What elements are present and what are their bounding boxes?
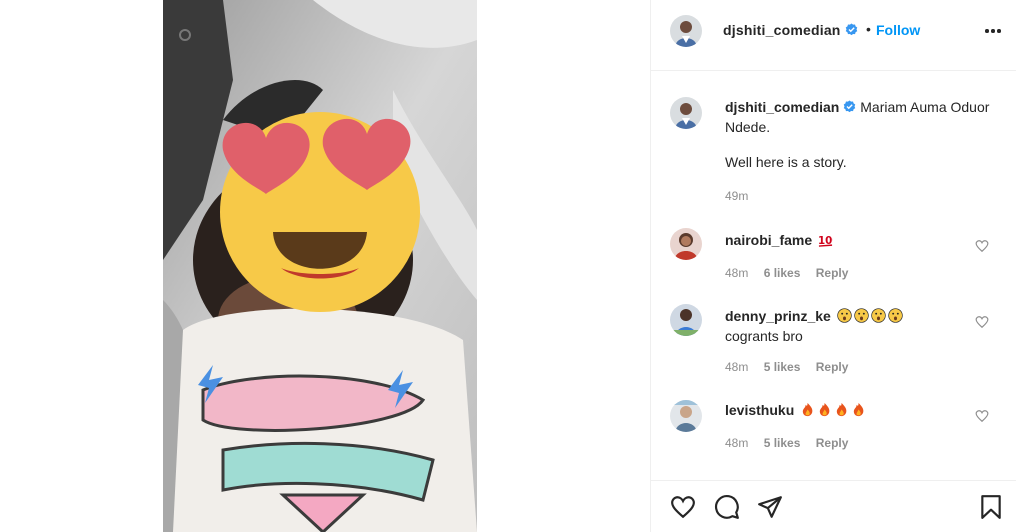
reply-button[interactable]: Reply: [816, 266, 849, 280]
author-avatar[interactable]: [670, 15, 702, 47]
comment-body: levisthuku: [725, 402, 866, 418]
comment-likes[interactable]: 5 likes: [764, 436, 801, 450]
hundred-points-emoji: 100: [818, 235, 833, 247]
comment-username[interactable]: levisthuku: [725, 402, 794, 418]
commenter-avatar[interactable]: [670, 304, 702, 336]
comment-body: nairobi_fame 100: [725, 232, 833, 248]
bookmark-icon[interactable]: [978, 494, 1004, 520]
caption-author-avatar[interactable]: [670, 97, 702, 129]
author-username[interactable]: djshiti_comedian: [723, 22, 858, 38]
more-options-icon[interactable]: [983, 27, 1003, 35]
follow-button[interactable]: Follow: [876, 22, 920, 38]
fire-emoji: [853, 402, 864, 417]
like-comment-heart-icon[interactable]: [975, 239, 989, 253]
comment-username[interactable]: denny_prinz_ke: [725, 308, 831, 324]
fire-emoji: [836, 402, 847, 417]
comment-meta: 48m 5 likes Reply: [725, 436, 860, 450]
comment-likes[interactable]: 6 likes: [764, 266, 801, 280]
paper-plane-icon[interactable]: [757, 494, 783, 520]
reply-button[interactable]: Reply: [816, 436, 849, 450]
commenter-avatar[interactable]: [670, 400, 702, 432]
media-area: [0, 0, 650, 532]
astonished-face-emoji: [837, 308, 852, 323]
astonished-face-emoji: [854, 308, 869, 323]
comment-body: denny_prinz_ke: [725, 308, 903, 324]
post-header: djshiti_comedian • Follow: [651, 0, 1016, 71]
reply-button[interactable]: Reply: [816, 360, 849, 374]
baby-photo-image: [163, 0, 477, 532]
like-comment-heart-icon[interactable]: [975, 409, 989, 423]
verified-badge-icon: [845, 23, 857, 36]
fire-emoji: [819, 402, 830, 417]
astonished-face-emoji: [888, 308, 903, 323]
caption-timestamp[interactable]: 49m: [725, 189, 748, 203]
author-username-text[interactable]: djshiti_comedian: [723, 22, 841, 38]
post-photo[interactable]: [163, 0, 477, 532]
caption-username[interactable]: djshiti_comedian: [725, 99, 839, 115]
comment-bubble-icon[interactable]: [714, 494, 740, 520]
caption-second-line: Well here is a story.: [725, 154, 847, 170]
comment-time[interactable]: 48m: [725, 436, 748, 450]
heart-eyes-emoji-sticker: [220, 112, 420, 312]
like-comment-heart-icon[interactable]: [975, 315, 989, 329]
caption: djshiti_comedian Mariam Auma Oduor Ndede…: [725, 97, 995, 137]
separator-dot: •: [866, 21, 871, 37]
post-details-panel: djshiti_comedian • Follow djshiti_comedi…: [650, 0, 1016, 532]
heart-icon[interactable]: [670, 494, 696, 520]
commenter-avatar[interactable]: [670, 228, 702, 260]
comment-username[interactable]: nairobi_fame: [725, 232, 812, 248]
comment-time[interactable]: 48m: [725, 266, 748, 280]
comment-likes[interactable]: 5 likes: [764, 360, 801, 374]
instagram-post-view: djshiti_comedian • Follow djshiti_comedi…: [0, 0, 1016, 532]
post-action-bar: [651, 480, 1016, 532]
fire-emoji: [802, 402, 813, 417]
comment-meta: 48m 5 likes Reply: [725, 360, 860, 374]
comment-time[interactable]: 48m: [725, 360, 748, 374]
comment-meta: 48m 6 likes Reply: [725, 266, 860, 280]
comment-text: cogrants bro: [725, 328, 803, 344]
verified-badge-icon: [844, 100, 856, 113]
astonished-face-emoji: [871, 308, 886, 323]
